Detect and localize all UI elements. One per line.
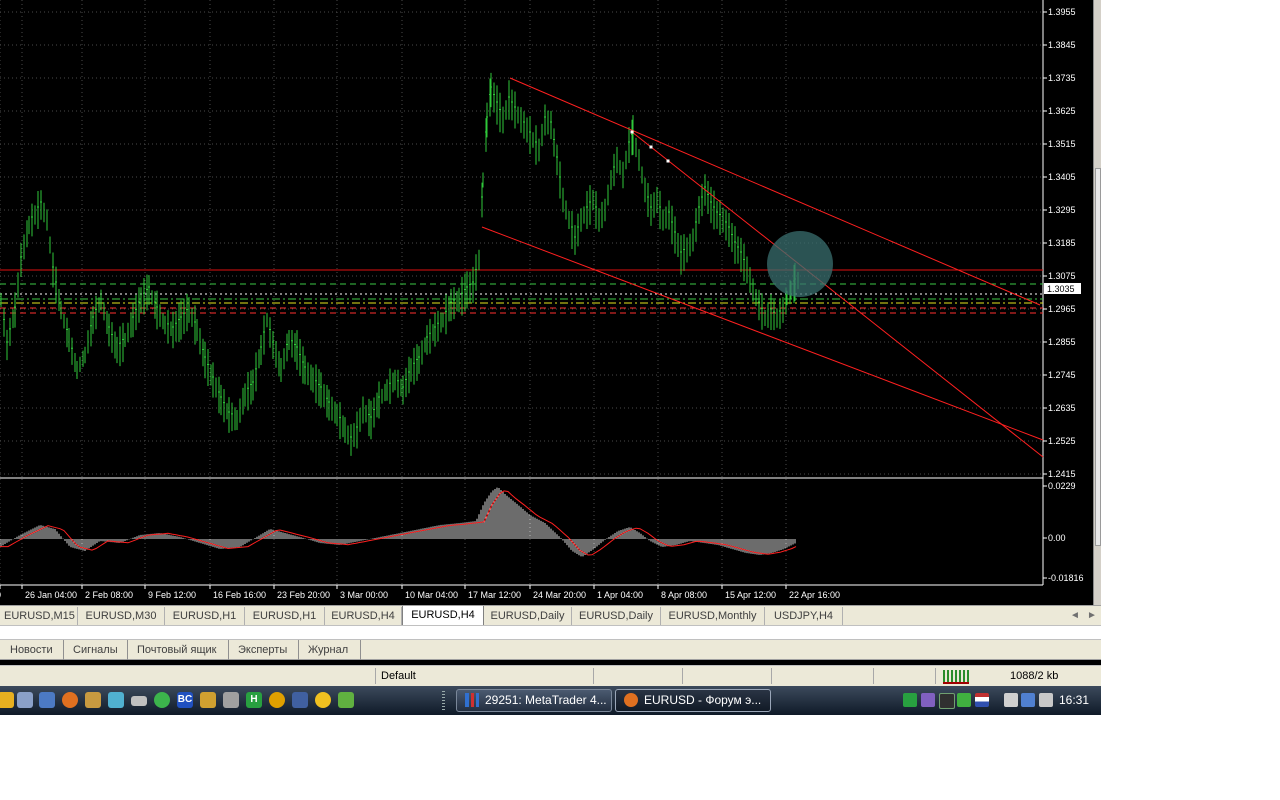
book-icon[interactable]: [108, 692, 124, 708]
connection-status-icon: [943, 670, 969, 684]
vertical-scrollbar[interactable]: [1093, 0, 1101, 605]
firefox-icon: [624, 693, 638, 707]
time-axis-label: 15 Apr 12:00: [725, 590, 776, 600]
time-axis-label: 26 Jan 04:00: [25, 590, 77, 600]
cs-tray-icon[interactable]: [921, 693, 935, 707]
price-axis-label: 1.3515: [1048, 139, 1076, 149]
taskbar-window-label: EURUSD - Форум э...: [644, 693, 762, 707]
status-bar: Default 1088/2 kb: [0, 665, 1101, 686]
indicator-axis-label: -0.01816: [1048, 573, 1084, 583]
chart-tab[interactable]: EURUSD,Daily: [572, 607, 661, 625]
chart-tab[interactable]: USDJPY,H4: [765, 607, 843, 625]
printer-icon[interactable]: [223, 692, 239, 708]
taskbar-window-browser[interactable]: EURUSD - Форум э...: [615, 689, 771, 712]
time-axis-label: 24 Mar 20:00: [533, 590, 586, 600]
tabs-scroll-left-icon[interactable]: ◄: [1070, 607, 1080, 625]
price-axis-label: 1.2855: [1048, 337, 1076, 347]
price-axis-label: 1.3845: [1048, 40, 1076, 50]
price-axis-label: 1.3075: [1048, 271, 1076, 281]
chart-tab[interactable]: EURUSD,H4: [325, 607, 402, 625]
price-axis-label: 1.2415: [1048, 469, 1076, 479]
pen-icon[interactable]: [338, 692, 354, 708]
time-axis-label: 1 Apr 04:00: [597, 590, 643, 600]
chart-tab[interactable]: EURUSD,Daily: [484, 607, 572, 625]
status-traffic: 1088/2 kb: [1010, 670, 1059, 682]
price-axis-label: 1.3295: [1048, 205, 1076, 215]
chart-icon[interactable]: [292, 692, 308, 708]
time-axis-label: 10 Mar 04:00: [405, 590, 458, 600]
h-icon[interactable]: H: [246, 692, 262, 708]
taskbar: BC H 29251: MetaTrader 4... EURUSD - Фор…: [0, 686, 1101, 715]
chart-tab[interactable]: EURUSD,H1: [245, 607, 325, 625]
time-axis-label: 00: [0, 590, 1, 600]
users-icon[interactable]: [85, 692, 101, 708]
trendline-anchor-point[interactable]: [649, 145, 653, 149]
trendline-anchor-point[interactable]: [630, 130, 634, 134]
volume-icon[interactable]: [1039, 693, 1053, 707]
price-chart[interactable]: 1.3955 1.3845 1.3735 1.3625 1.3515 1.3405 1.32…: [0, 0, 1101, 605]
current-price-tag: 1.3035: [1044, 283, 1081, 294]
monitor-icon[interactable]: [39, 692, 55, 708]
firefox-icon[interactable]: [62, 692, 78, 708]
bc-icon[interactable]: BC: [177, 692, 193, 708]
clock: 16:31: [1059, 693, 1090, 707]
time-axis-label: 22 Apr 16:00: [789, 590, 840, 600]
folder-icon[interactable]: [0, 692, 14, 708]
warning-icon[interactable]: [269, 692, 285, 708]
price-axis-label: 1.2525: [1048, 436, 1076, 446]
time-axis-label: 2 Feb 08:00: [85, 590, 133, 600]
time-axis-label: 8 Apr 08:00: [661, 590, 707, 600]
time-axis-label: 3 Mar 00:00: [340, 590, 388, 600]
device-tray-icon[interactable]: [1004, 693, 1018, 707]
tab-news[interactable]: Новости: [0, 640, 64, 660]
chart-tab[interactable]: EURUSD,M30: [78, 607, 165, 625]
flag-tray-icon[interactable]: [975, 693, 989, 707]
scrollbar-thumb[interactable]: [1095, 168, 1101, 546]
price-axis-label: 1.3735: [1048, 73, 1076, 83]
tab-signals[interactable]: Сигналы: [64, 640, 128, 660]
taskbar-window-metatrader[interactable]: 29251: MetaTrader 4...: [456, 689, 612, 712]
time-axis-label: 16 Feb 16:00: [213, 590, 266, 600]
tabs-scroll-right-icon[interactable]: ►: [1087, 607, 1097, 625]
chart-tab[interactable]: EURUSD,Monthly: [661, 607, 765, 625]
indicator-axis-label: 0.00: [1048, 533, 1066, 543]
drive-icon[interactable]: [131, 696, 147, 706]
network-tray-icon[interactable]: [957, 693, 971, 707]
grid-icon[interactable]: [17, 692, 33, 708]
status-profile: Default: [381, 670, 416, 682]
price-axis-label: 1.3625: [1048, 106, 1076, 116]
metatrader-window: 1.3955 1.3845 1.3735 1.3625 1.3515 1.3405 1.32…: [0, 0, 1101, 715]
indicator-axis-label: 0.0229: [1048, 481, 1076, 491]
chart-tab[interactable]: EURUSD,M15: [0, 607, 78, 625]
bug-tray-icon[interactable]: [939, 693, 955, 709]
price-axis-label: 1.3955: [1048, 7, 1076, 17]
time-axis-label: 23 Feb 20:00: [277, 590, 330, 600]
highlight-circle: [767, 231, 833, 297]
taskbar-grip[interactable]: [442, 691, 445, 711]
chart-tab[interactable]: EURUSD,H4: [402, 606, 484, 626]
tab-journal[interactable]: Журнал: [299, 640, 361, 660]
time-axis-label: 9 Feb 12:00: [148, 590, 196, 600]
price-axis-label: 1.3185: [1048, 238, 1076, 248]
tab-mailbox[interactable]: Почтовый ящик: [128, 640, 229, 660]
tab-experts[interactable]: Эксперты: [229, 640, 299, 660]
price-axis-label: 1.2965: [1048, 304, 1076, 314]
display-tray-icon[interactable]: [1021, 693, 1035, 707]
gold-icon[interactable]: [315, 692, 331, 708]
time-axis-label: 17 Mar 12:00: [468, 590, 521, 600]
h-tray-icon[interactable]: [903, 693, 917, 707]
current-price-label: 1.3035: [1047, 284, 1075, 294]
terminal-column-header: [0, 625, 1101, 640]
globe-icon[interactable]: [154, 692, 170, 708]
chart-tabs-bar: EURUSD,M15 EURUSD,M30 EURUSD,H1 EURUSD,H1 EU…: [0, 605, 1101, 626]
price-axis-label: 1.2635: [1048, 403, 1076, 413]
keys-icon[interactable]: [200, 692, 216, 708]
price-axis-label: 1.3405: [1048, 172, 1076, 182]
taskbar-window-label: 29251: MetaTrader 4...: [485, 693, 607, 707]
metatrader-icon: [465, 693, 479, 707]
chart-tab[interactable]: EURUSD,H1: [165, 607, 245, 625]
price-axis-label: 1.2745: [1048, 370, 1076, 380]
terminal-tabs-bar: Новости Сигналы Почтовый ящик Эксперты Ж…: [0, 640, 1101, 660]
trendline-anchor-point[interactable]: [666, 159, 670, 163]
